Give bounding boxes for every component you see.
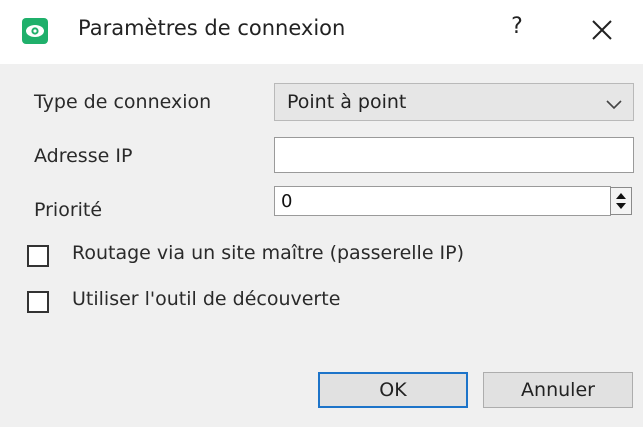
ip-address-label: Adresse IP [34,145,133,167]
cancel-button[interactable]: Annuler [483,372,633,408]
spin-arrows-icon[interactable] [610,187,632,215]
priority-label: Priorité [34,199,103,221]
title-bar: Paramètres de connexion ? [0,0,643,64]
connection-type-select[interactable]: Point à point [274,83,634,121]
connection-type-value: Point à point [287,91,407,113]
connection-type-label: Type de connexion [34,91,212,113]
routing-checkbox-label[interactable]: Routage via un site maître (passerelle I… [72,242,464,264]
ip-address-input[interactable] [274,137,634,173]
ok-button[interactable]: OK [318,372,468,408]
window-title: Paramètres de connexion [78,16,346,40]
routing-checkbox[interactable] [27,245,49,267]
close-icon[interactable] [588,16,616,44]
help-button[interactable]: ? [505,14,529,44]
discovery-checkbox-label[interactable]: Utiliser l'outil de découverte [72,288,340,310]
chevron-down-icon [605,96,623,110]
eye-icon [22,18,48,44]
discovery-checkbox[interactable] [27,291,49,313]
priority-input[interactable] [274,186,611,216]
